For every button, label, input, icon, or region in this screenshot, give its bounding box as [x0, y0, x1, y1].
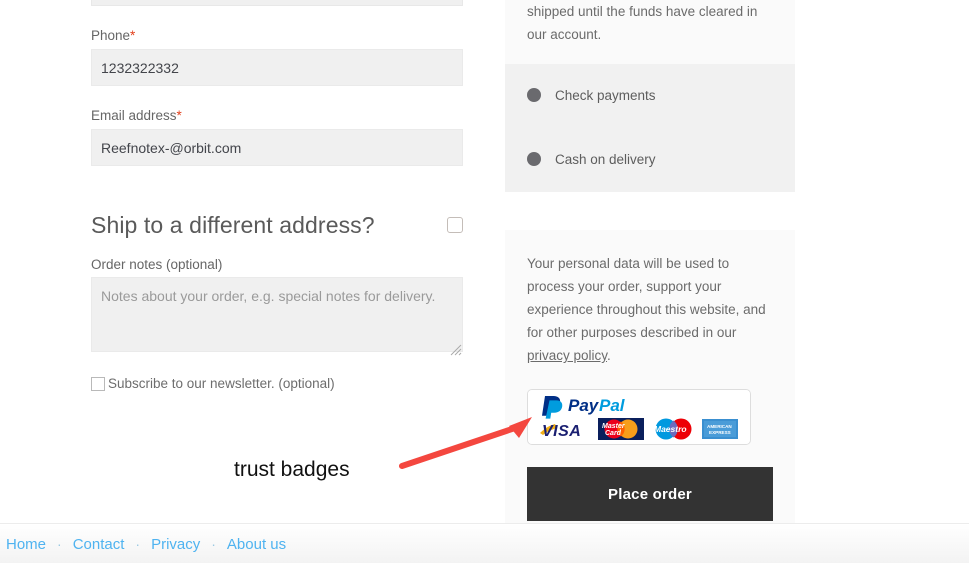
privacy-text-after: .: [607, 348, 611, 363]
previous-field-cutoff: [91, 0, 463, 6]
phone-input[interactable]: [91, 49, 463, 86]
payment-method-check-payments[interactable]: Check payments: [527, 84, 773, 106]
privacy-panel: Your personal data will be used to proce…: [505, 230, 795, 533]
email-required-mark: *: [176, 108, 182, 123]
newsletter-label: Subscribe to our newsletter. (optional): [108, 376, 335, 391]
order-notes-label: Order notes (optional): [91, 257, 223, 272]
mastercard-logo: Master Card: [598, 418, 644, 440]
svg-text:Master: Master: [602, 423, 626, 430]
ship-different-address-header: Ship to a different address?: [91, 210, 463, 240]
visa-logo: VISA: [540, 419, 592, 440]
svg-text:Card: Card: [605, 430, 622, 437]
ship-different-address-title: Ship to a different address?: [91, 212, 375, 238]
newsletter-checkbox[interactable]: [91, 377, 105, 391]
radio-icon[interactable]: [527, 152, 541, 166]
privacy-text-before: Your personal data will be used to proce…: [527, 256, 766, 340]
email-input[interactable]: [91, 129, 463, 166]
payment-methods-panel: Check payments Cash on delivery: [505, 64, 795, 192]
privacy-policy-link[interactable]: privacy policy: [527, 348, 607, 363]
footer-link-privacy[interactable]: Privacy: [151, 536, 200, 553]
email-label-text: Email address: [91, 108, 177, 123]
svg-text:VISA: VISA: [542, 423, 581, 440]
bank-transfer-note-text: shipped until the funds have cleared in …: [527, 4, 758, 42]
ship-different-address-checkbox[interactable]: [447, 217, 463, 233]
footer-separator: ·: [211, 536, 216, 552]
svg-text:AMERICAN: AMERICAN: [707, 424, 732, 429]
order-review-column: shipped until the funds have cleared in …: [505, 0, 795, 533]
paypal-pal-text: Pal: [599, 396, 626, 415]
svg-text:Maestro: Maestro: [654, 424, 687, 434]
svg-text:EXPRESS: EXPRESS: [709, 430, 731, 435]
newsletter-row: Subscribe to our newsletter. (optional): [91, 376, 463, 392]
privacy-policy-text: Your personal data will be used to proce…: [527, 252, 773, 367]
email-label: Email address*: [91, 108, 463, 124]
footer-link-home[interactable]: Home: [6, 536, 46, 553]
footer-separator: ·: [57, 536, 62, 552]
checkout-page: Phone* Email address* Ship to a differen…: [0, 0, 969, 563]
paypal-pay-text: Pay: [568, 396, 600, 415]
order-notes-textarea[interactable]: [91, 277, 463, 352]
footer-link-contact[interactable]: Contact: [73, 536, 125, 553]
payment-method-label: Check payments: [555, 87, 656, 103]
radio-icon[interactable]: [527, 88, 541, 102]
payment-method-cash-on-delivery[interactable]: Cash on delivery: [527, 148, 773, 170]
phone-required-mark: *: [130, 28, 136, 43]
bank-transfer-note-panel: shipped until the funds have cleared in …: [505, 0, 795, 64]
site-footer: Home · Contact · Privacy · About us: [0, 523, 969, 563]
order-notes-wrapper: [91, 277, 463, 357]
maestro-logo: Maestro: [650, 418, 696, 440]
annotation-label: trust badges: [234, 458, 350, 481]
place-order-button[interactable]: Place order: [527, 467, 773, 521]
payment-logos-svg: Pay Pal VISA Master Card Maestro AMERICA…: [528, 390, 750, 444]
email-field-row: Email address*: [91, 108, 463, 166]
payment-method-label: Cash on delivery: [555, 151, 656, 167]
phone-field-row: Phone*: [91, 28, 463, 86]
amex-logo: AMERICAN EXPRESS: [702, 419, 738, 439]
footer-nav: Home · Contact · Privacy · About us: [0, 524, 969, 564]
footer-link-about-us[interactable]: About us: [227, 536, 286, 553]
phone-label: Phone*: [91, 28, 463, 44]
billing-form: Phone* Email address* Ship to a differen…: [91, 0, 463, 392]
phone-label-text: Phone: [91, 28, 131, 43]
footer-separator: ·: [135, 536, 141, 552]
trust-badges-image: Pay Pal VISA Master Card Maestro AMERICA…: [527, 389, 751, 445]
